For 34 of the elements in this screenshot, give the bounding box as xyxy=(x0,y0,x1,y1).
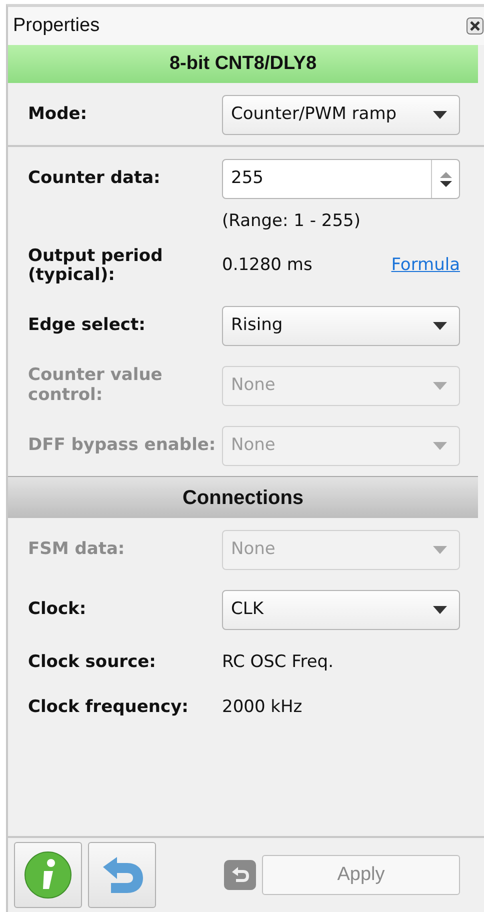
component-title: 8-bit CNT8/DLY8 xyxy=(8,45,478,83)
dropdown-arrow-icon xyxy=(433,382,447,390)
dropdown-arrow-icon xyxy=(433,606,447,614)
dropdown-arrow-icon xyxy=(433,442,447,450)
dropdown[interactable]: Counter/PWM ramp xyxy=(222,95,460,135)
field-label: DFF bypass enable: xyxy=(28,436,217,456)
dropdown[interactable]: Rising xyxy=(222,306,460,346)
dropdown: None xyxy=(222,366,460,406)
dropdown[interactable]: CLK xyxy=(222,590,460,630)
field-label: FSM data: xyxy=(28,540,126,560)
undo-button[interactable] xyxy=(88,842,156,908)
field-label: Clock frequency: xyxy=(28,698,190,718)
field-label: Output period (typical): xyxy=(28,246,164,286)
field-value: RC OSC Freq. xyxy=(222,650,334,674)
field-label: Counter value control: xyxy=(28,366,164,406)
section-header: Connections xyxy=(8,476,478,518)
range-hint: (Range: 1 - 255) xyxy=(222,210,362,233)
dropdown: None xyxy=(222,530,460,570)
panel-title: Properties xyxy=(13,14,100,38)
number-field[interactable]: 255 xyxy=(222,159,460,199)
formula-link[interactable]: Formula xyxy=(391,253,460,279)
dropdown-arrow-icon xyxy=(433,322,447,330)
field-label: Mode: xyxy=(28,105,88,125)
dropdown: None xyxy=(222,426,460,466)
field-label: Clock source: xyxy=(28,652,157,672)
dropdown-arrow-icon xyxy=(433,111,447,119)
info-button[interactable] xyxy=(14,842,82,908)
field-label: Clock: xyxy=(28,600,88,620)
field-label: Counter data: xyxy=(28,169,162,189)
field-value: 0.1280 ms xyxy=(222,254,312,278)
field-value: 2000 kHz xyxy=(222,696,302,720)
info-icon xyxy=(23,850,73,900)
dropdown-arrow-icon xyxy=(433,546,447,554)
field-label: Edge select: xyxy=(28,316,146,336)
